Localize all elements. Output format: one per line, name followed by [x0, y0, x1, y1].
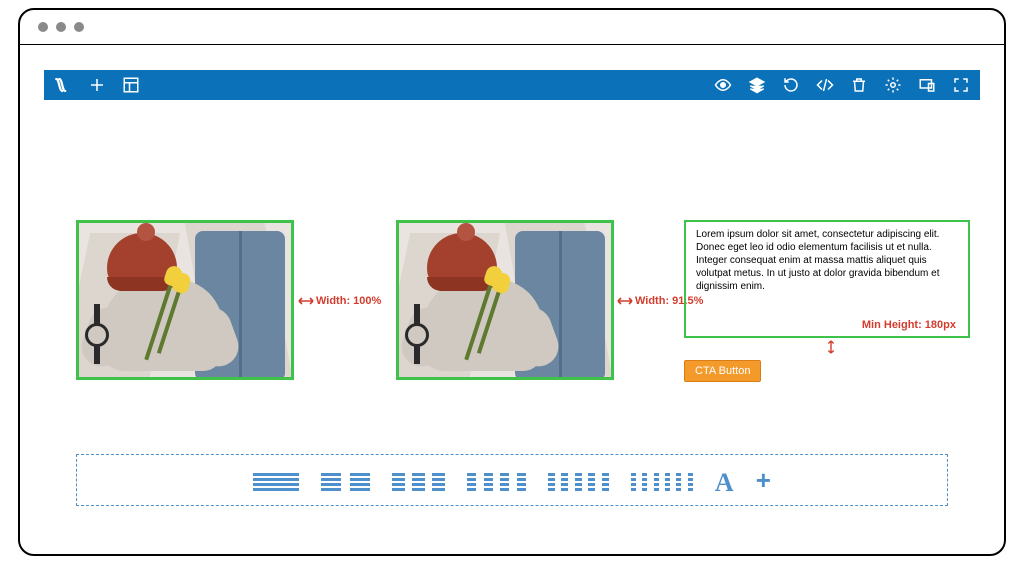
palette-list-1col[interactable]: [253, 468, 299, 492]
delete-icon[interactable]: [850, 76, 868, 94]
window-dot: [38, 22, 48, 32]
layout-icon[interactable]: [122, 76, 140, 94]
image-placeholder: [399, 223, 611, 377]
preview-icon[interactable]: [714, 76, 732, 94]
add-icon[interactable]: [88, 76, 106, 94]
palette-add-icon[interactable]: +: [756, 468, 771, 492]
palette-list-2col[interactable]: [321, 468, 369, 492]
logo-icon[interactable]: [54, 76, 72, 94]
width-annotation-label: Width: 100%: [316, 295, 381, 307]
history-icon[interactable]: [782, 76, 800, 94]
window-dot: [74, 22, 84, 32]
editor-toolbar: [44, 70, 980, 100]
image-placeholder: [79, 223, 291, 377]
image-block-2[interactable]: [396, 220, 614, 380]
horizontal-arrows-icon: [617, 295, 633, 307]
code-icon[interactable]: [816, 76, 834, 94]
fullscreen-icon[interactable]: [952, 76, 970, 94]
palette-list-6col[interactable]: [631, 468, 693, 492]
editor-canvas: Width: 100% Width: 91.5% Lorem ipsum dol…: [44, 120, 980, 534]
layers-icon[interactable]: [748, 76, 766, 94]
block-palette: A +: [76, 454, 948, 506]
min-height-annotation: Min Height: 180px: [862, 319, 956, 332]
titlebar: [20, 10, 1004, 45]
responsive-icon[interactable]: [918, 76, 936, 94]
window-dot: [56, 22, 66, 32]
width-annotation-1: Width: 100%: [298, 295, 381, 307]
browser-window: Width: 100% Width: 91.5% Lorem ipsum dol…: [18, 8, 1006, 556]
text-block[interactable]: Lorem ipsum dolor sit amet, consectetur …: [684, 220, 970, 338]
palette-list-3col[interactable]: [392, 468, 446, 492]
vertical-arrows-icon: [825, 340, 837, 354]
horizontal-arrows-icon: [298, 295, 314, 307]
palette-text-icon[interactable]: A: [715, 468, 734, 492]
cta-button[interactable]: CTA Button: [684, 360, 761, 382]
palette-list-4col[interactable]: [467, 468, 525, 492]
text-block-content: Lorem ipsum dolor sit amet, consectetur …: [696, 229, 939, 292]
palette-list-5col[interactable]: [548, 468, 609, 492]
settings-icon[interactable]: [884, 76, 902, 94]
image-block-1[interactable]: [76, 220, 294, 380]
